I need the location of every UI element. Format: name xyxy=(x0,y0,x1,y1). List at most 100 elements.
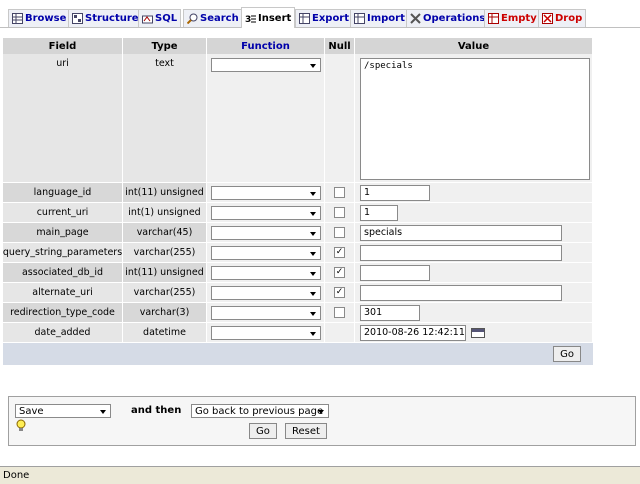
value-input[interactable] xyxy=(360,284,562,301)
tab-label: Insert xyxy=(258,12,292,24)
null-cell: ✓ xyxy=(325,243,355,263)
field-type: datetime xyxy=(123,323,207,343)
value-cell xyxy=(355,283,593,303)
table-icon xyxy=(12,13,23,24)
tab-sql[interactable]: SQL xyxy=(138,9,182,27)
function-select[interactable] xyxy=(211,325,321,340)
chevron-down-icon xyxy=(100,410,106,414)
value-input[interactable]: 2010-08-26 12:42:11 xyxy=(360,324,466,341)
function-select[interactable] xyxy=(211,205,321,220)
tab-label: SQL xyxy=(155,13,178,24)
header-function[interactable]: Function xyxy=(207,38,325,54)
value-cell: specials xyxy=(355,223,593,243)
field-name: language_id xyxy=(3,183,123,203)
function-cell xyxy=(207,323,325,343)
chevron-down-icon xyxy=(310,311,316,316)
null-cell xyxy=(325,303,355,323)
after-insert-select[interactable]: Go back to previous page xyxy=(191,404,329,418)
function-cell xyxy=(207,54,325,183)
import-icon xyxy=(354,13,365,24)
value-cell: 2010-08-26 12:42:11 xyxy=(355,323,593,343)
tab-label: Import xyxy=(367,13,405,24)
export-icon xyxy=(299,13,310,24)
function-cell xyxy=(207,243,325,263)
structure-icon xyxy=(72,13,83,24)
svg-text:3: 3 xyxy=(245,15,251,24)
value-textarea[interactable]: /specials xyxy=(360,58,590,180)
go-button[interactable]: Go xyxy=(553,346,581,362)
null-cell xyxy=(325,223,355,243)
null-checkbox[interactable]: ✓ xyxy=(334,267,345,278)
tab-empty[interactable]: Empty xyxy=(484,9,541,27)
null-cell xyxy=(325,54,355,183)
value-input[interactable]: 301 xyxy=(360,304,420,321)
null-cell xyxy=(325,323,355,343)
null-cell xyxy=(325,203,355,223)
function-select[interactable] xyxy=(211,265,321,280)
value-input[interactable]: 1 xyxy=(360,184,430,201)
wrench-icon xyxy=(410,13,421,24)
chevron-down-icon xyxy=(310,231,316,236)
insert-actions: Save and then Go back to previous page G… xyxy=(8,396,636,446)
chevron-down-icon xyxy=(310,291,316,296)
function-select[interactable] xyxy=(211,305,321,320)
value-cell xyxy=(355,243,593,263)
field-name: alternate_uri xyxy=(3,283,123,303)
reset-button[interactable]: Reset xyxy=(285,423,327,439)
null-checkbox[interactable]: ✓ xyxy=(334,247,345,258)
calendar-icon[interactable] xyxy=(471,327,485,338)
and-then-label: and then xyxy=(131,405,182,416)
after-insert-value: Go back to previous page xyxy=(195,405,324,417)
null-checkbox[interactable] xyxy=(334,307,345,318)
null-checkbox[interactable]: ✓ xyxy=(334,287,345,298)
header-type: Type xyxy=(123,38,207,54)
field-type: varchar(255) xyxy=(123,243,207,263)
value-input[interactable] xyxy=(360,264,430,281)
table-row: associated_db_id int(11) unsigned ✓ xyxy=(3,263,593,283)
tab-label: Drop xyxy=(555,13,583,24)
table-row: main_page varchar(45) specials xyxy=(3,223,593,243)
field-type: int(11) unsigned xyxy=(123,183,207,203)
field-type: varchar(45) xyxy=(123,223,207,243)
field-name: uri xyxy=(3,54,123,183)
value-cell xyxy=(355,263,593,283)
empty-icon xyxy=(488,13,499,24)
null-cell: ✓ xyxy=(325,283,355,303)
function-select[interactable] xyxy=(211,58,321,72)
value-input[interactable]: specials xyxy=(360,224,562,241)
tab-label: Search xyxy=(200,13,239,24)
table-row: query_string_parameters varchar(255) ✓ xyxy=(3,243,593,263)
tab-search[interactable]: Search xyxy=(183,9,243,27)
function-select[interactable] xyxy=(211,245,321,260)
null-checkbox[interactable] xyxy=(334,227,345,238)
chevron-down-icon xyxy=(310,191,316,196)
table-row: redirection_type_code varchar(3) 301 xyxy=(3,303,593,323)
null-checkbox[interactable] xyxy=(334,207,345,218)
field-name: redirection_type_code xyxy=(3,303,123,323)
status-bar: Done xyxy=(0,466,640,484)
tab-browse[interactable]: Browse xyxy=(8,9,71,27)
tab-structure[interactable]: Structure xyxy=(68,9,143,27)
tab-operations[interactable]: Operations xyxy=(406,9,490,27)
function-select[interactable] xyxy=(211,285,321,300)
value-input[interactable]: 1 xyxy=(360,204,398,221)
null-checkbox[interactable] xyxy=(334,187,345,198)
table-row: alternate_uri varchar(255) ✓ xyxy=(3,283,593,303)
save-mode-select[interactable]: Save xyxy=(15,404,111,418)
function-select[interactable] xyxy=(211,225,321,240)
tab-export[interactable]: Export xyxy=(295,9,354,27)
tab-insert[interactable]: 3 Insert xyxy=(241,7,296,28)
function-cell xyxy=(207,263,325,283)
field-type: varchar(3) xyxy=(123,303,207,323)
value-cell: 1 xyxy=(355,203,593,223)
chevron-down-icon xyxy=(318,410,324,414)
go-button[interactable]: Go xyxy=(249,423,277,439)
tab-drop[interactable]: Drop xyxy=(538,9,587,27)
function-select[interactable] xyxy=(211,185,321,200)
function-cell xyxy=(207,223,325,243)
search-icon xyxy=(187,13,198,24)
value-input[interactable] xyxy=(360,244,562,261)
tab-import[interactable]: Import xyxy=(350,9,409,27)
field-type: int(1) unsigned xyxy=(123,203,207,223)
field-name: current_uri xyxy=(3,203,123,223)
